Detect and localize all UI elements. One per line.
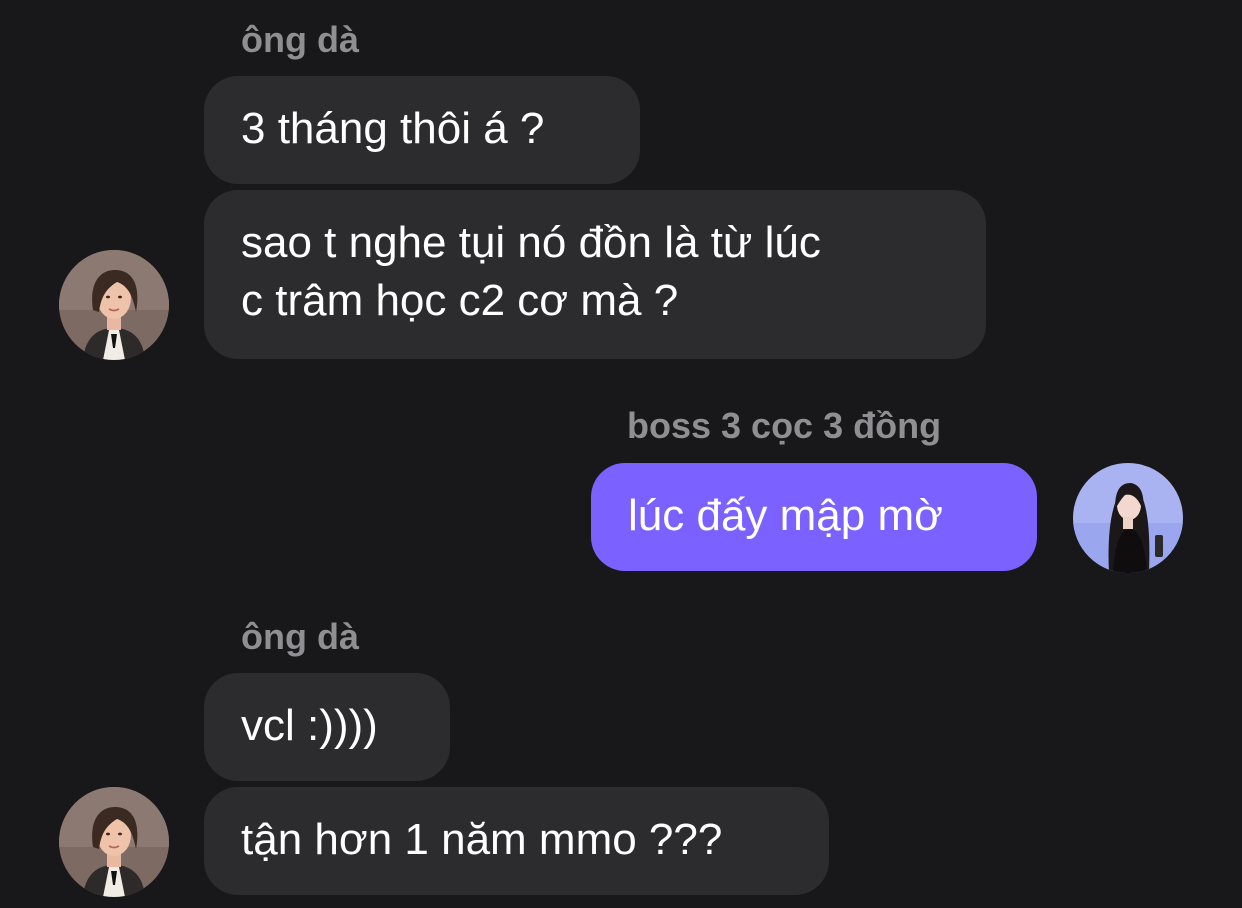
message-text: tận hơn 1 năm mmo ??? xyxy=(241,815,723,864)
sender-name: ông dà xyxy=(241,19,359,60)
message-text: lúc đấy mập mờ xyxy=(628,491,943,540)
incoming-message-bubble[interactable]: vcl :)))) xyxy=(204,673,450,781)
woman-short-hair-avatar-icon xyxy=(59,250,169,360)
woman-short-hair-avatar-icon xyxy=(59,787,169,897)
incoming-message-bubble[interactable]: 3 tháng thôi á ? xyxy=(204,76,640,184)
message-text: sao t nghe tụi nó đồn là từ lúc xyxy=(241,218,821,267)
chat-thread: ông dà 3 tháng thôi á ? sao t nghe tụi n… xyxy=(0,0,1242,908)
woman-long-hair-avatar-icon xyxy=(1073,463,1183,573)
outgoing-message-bubble[interactable]: lúc đấy mập mờ xyxy=(591,463,1037,571)
message-text: 3 tháng thôi á ? xyxy=(241,104,545,153)
own-avatar[interactable] xyxy=(1073,463,1183,573)
contact-avatar[interactable] xyxy=(59,787,169,897)
incoming-message-bubble[interactable]: tận hơn 1 năm mmo ??? xyxy=(204,787,829,895)
incoming-message-bubble[interactable]: sao t nghe tụi nó đồn là từ lúc c trâm h… xyxy=(204,190,986,359)
sender-name: ông dà xyxy=(241,616,359,657)
message-text: vcl :)))) xyxy=(241,701,378,750)
sender-name: boss 3 cọc 3 đồng xyxy=(627,405,942,446)
contact-avatar[interactable] xyxy=(59,250,169,360)
message-text: c trâm học c2 cơ mà ? xyxy=(241,276,679,325)
